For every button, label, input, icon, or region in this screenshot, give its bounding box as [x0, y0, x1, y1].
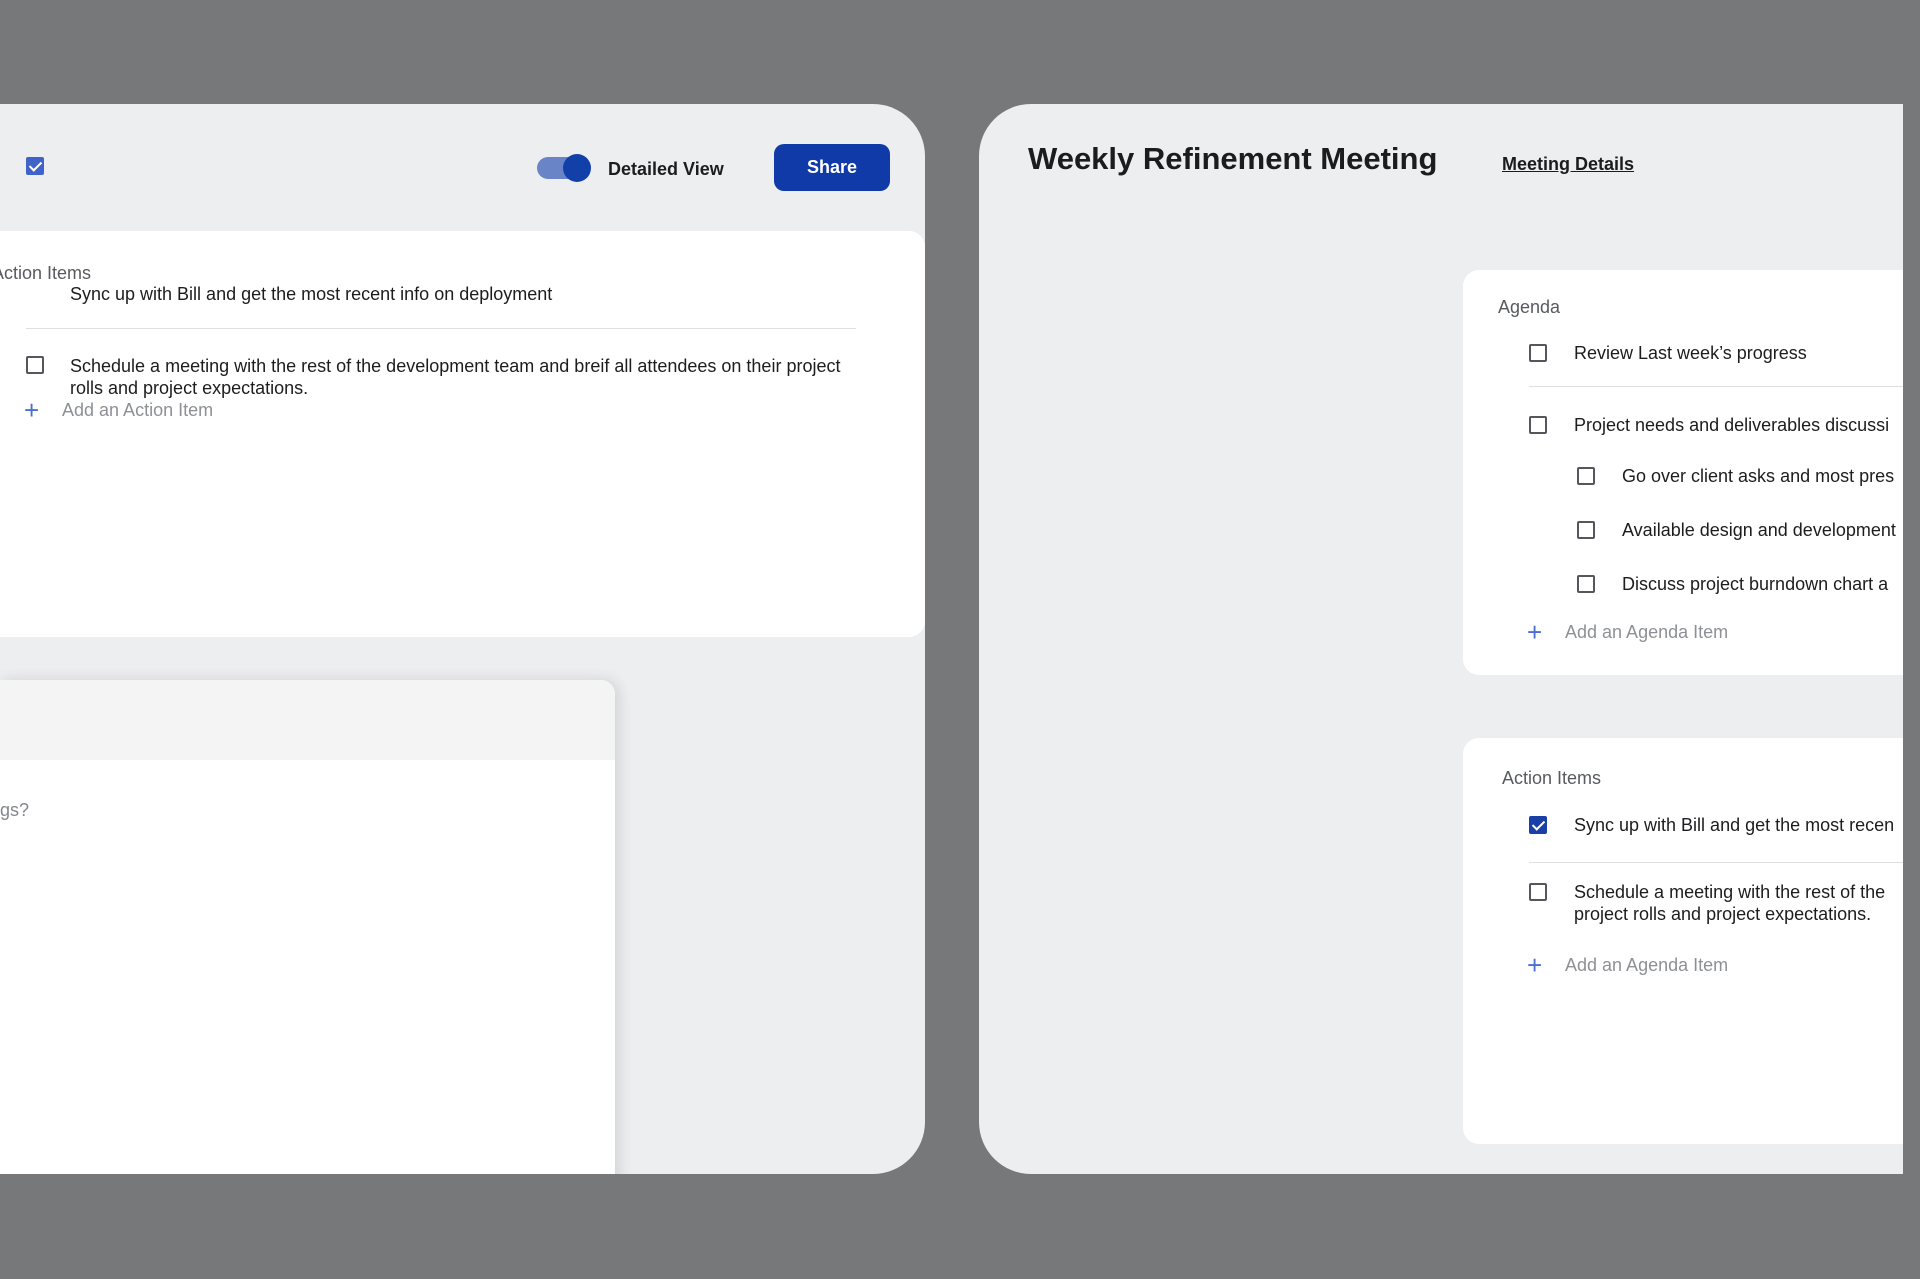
left-panel: Detailed View Share Action Items Sync up…: [0, 104, 925, 1174]
divider: [1529, 862, 1903, 863]
add-action-item-button[interactable]: Add an Action Item: [62, 400, 213, 421]
add-agenda-item-button[interactable]: Add an Agenda Item: [1565, 622, 1728, 643]
detailed-view-toggle[interactable]: [537, 154, 591, 182]
device-screen: Detailed View Share Action Items Sync up…: [0, 0, 1920, 1279]
action-item-text-line2: project rolls and project expectations.: [1574, 904, 1872, 924]
agenda-item-text: Review Last week’s progress: [1574, 343, 1807, 363]
agenda-item-text: Project needs and deliverables discussi: [1574, 415, 1890, 435]
agenda-subitem-text: Available design and development: [1622, 520, 1896, 540]
notes-card-header: [0, 680, 615, 760]
action-item-text: Schedule a meeting with the rest of the …: [70, 356, 841, 398]
agenda-subitem-checkbox[interactable]: [1577, 521, 1595, 539]
action-items-title: Action Items: [0, 263, 92, 283]
right-panel: Weekly Refinement Meeting Meeting Detail…: [979, 104, 1903, 1174]
action-items-card-right: Action Items Sync up with Bill and get t…: [1463, 738, 1903, 1144]
share-button[interactable]: Share: [774, 144, 890, 191]
agenda-card: Agenda Review Last week’s progress Proje…: [1463, 270, 1903, 675]
agenda-title: Agenda: [1498, 297, 1561, 317]
plus-icon[interactable]: +: [24, 397, 39, 423]
action-item-text: Sync up with Bill and get the most recen…: [70, 284, 553, 304]
agenda-item-checkbox[interactable]: [1529, 416, 1547, 434]
action-item-checkbox[interactable]: [1529, 816, 1547, 834]
agenda-subitem-text: Go over client asks and most pres: [1622, 466, 1895, 486]
plus-icon[interactable]: +: [1527, 952, 1542, 978]
agenda-subitem-checkbox[interactable]: [1577, 575, 1595, 593]
agenda-subitem-checkbox[interactable]: [1577, 467, 1595, 485]
meeting-title: Weekly Refinement Meeting: [1028, 141, 1438, 176]
agenda-subitem-text: Discuss project burndown chart a: [1622, 574, 1889, 594]
action-item-checkbox[interactable]: [1529, 883, 1547, 901]
agenda-item-checkbox[interactable]: [1529, 344, 1547, 362]
action-item-text: Sync up with Bill and get the most recen: [1574, 815, 1895, 835]
meeting-details-link[interactable]: Meeting Details: [1502, 154, 1634, 175]
action-item-checkbox[interactable]: [26, 157, 44, 175]
add-agenda-item-button[interactable]: Add an Agenda Item: [1565, 955, 1728, 976]
action-item-checkbox[interactable]: [26, 356, 44, 374]
divider: [26, 328, 856, 329]
action-item-text: Schedule a meeting with the rest of the: [1574, 882, 1886, 902]
divider: [1529, 386, 1903, 387]
notes-card: gs?: [0, 680, 615, 1174]
action-items-card: Action Items Sync up with Bill and get t…: [0, 157, 925, 637]
action-items-title: Action Items: [1502, 768, 1602, 788]
notes-question-text: gs?: [0, 800, 30, 820]
detailed-view-label: Detailed View: [608, 159, 724, 179]
plus-icon[interactable]: +: [1527, 619, 1542, 645]
toggle-knob: [563, 154, 591, 182]
